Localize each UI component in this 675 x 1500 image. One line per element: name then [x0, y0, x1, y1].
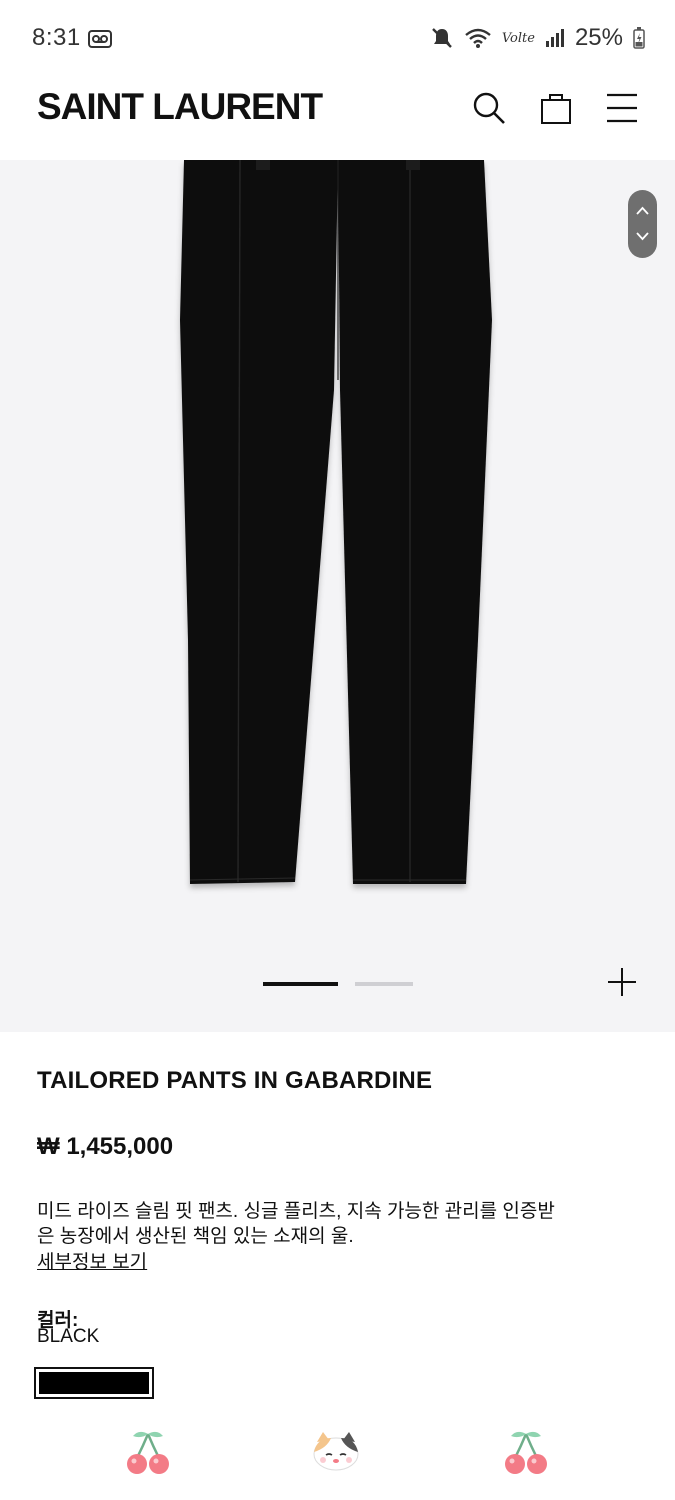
voicemail-icon — [88, 30, 112, 48]
cherry-icon — [505, 1431, 547, 1474]
plus-icon[interactable] — [606, 966, 638, 998]
product-image[interactable] — [170, 160, 510, 900]
color-value: BLACK — [37, 1326, 100, 1347]
battery-percent: 25% — [574, 24, 623, 51]
brand-logo[interactable]: SAINT LAURENT — [37, 86, 323, 128]
mute-icon — [431, 28, 452, 48]
product-price: ₩ 1,455,000 — [37, 1133, 174, 1160]
status-bar: 8:31 Volte 25% — [0, 0, 675, 78]
product-gallery[interactable] — [0, 160, 675, 1032]
chevron-down-icon[interactable] — [634, 229, 651, 243]
menu-icon[interactable] — [604, 90, 640, 126]
chevron-up-icon[interactable] — [634, 204, 651, 218]
search-icon[interactable] — [471, 90, 507, 126]
product-description: 미드 라이즈 슬림 핏 팬츠. 싱글 플리츠, 지속 가능한 관리를 인증받은 … — [37, 1201, 555, 1247]
volte-label: Volte — [501, 30, 535, 46]
wifi-icon — [465, 28, 491, 48]
status-time: 8:31 — [32, 24, 81, 51]
view-details-link[interactable]: 세부정보 보기 — [37, 1247, 147, 1274]
swatch-fill — [39, 1372, 149, 1394]
color-swatch-black[interactable] — [34, 1367, 154, 1399]
pager-dot[interactable] — [355, 982, 413, 986]
cat-icon — [313, 1432, 359, 1471]
pager-dot-active[interactable] — [263, 982, 338, 986]
battery-icon — [633, 27, 645, 49]
product-title: TAILORED PANTS IN GABARDINE — [37, 1067, 433, 1094]
shopping-bag-icon[interactable] — [538, 90, 574, 126]
image-scroll-nav[interactable] — [628, 190, 657, 258]
signal-icon — [545, 29, 564, 47]
status-right: Volte 25% — [430, 24, 645, 52]
cherry-icon — [127, 1431, 169, 1474]
site-header: SAINT LAURENT — [0, 78, 675, 160]
